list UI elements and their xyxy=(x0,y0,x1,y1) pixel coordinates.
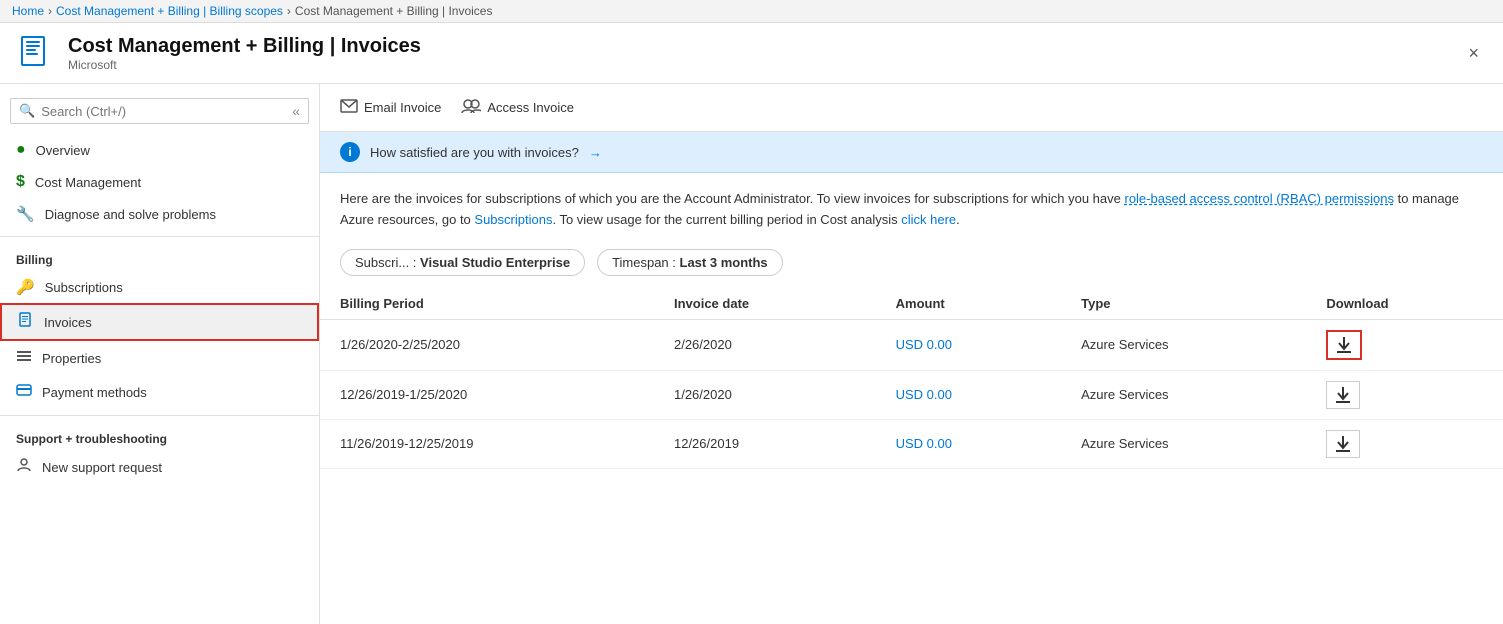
overview-icon: ● xyxy=(16,141,26,159)
content-area: Email Invoice Access Invoice i How satis… xyxy=(320,84,1503,624)
filter-row: Subscri... : Visual Studio Enterprise Ti… xyxy=(320,241,1503,288)
info-arrow-link[interactable]: → xyxy=(589,145,602,160)
info-banner: i How satisfied are you with invoices? → xyxy=(320,132,1503,173)
access-invoice-label: Access Invoice xyxy=(487,100,574,115)
col-type: Type xyxy=(1061,288,1306,320)
col-invoice-date: Invoice date xyxy=(654,288,876,320)
sidebar-item-label: Diagnose and solve problems xyxy=(45,207,216,222)
amount-cell[interactable]: USD 0.00 xyxy=(876,370,1062,419)
email-invoice-label: Email Invoice xyxy=(364,100,441,115)
collapse-button[interactable]: « xyxy=(292,103,300,119)
timespan-filter-value: Last 3 months xyxy=(680,255,768,270)
billing-period-cell: 11/26/2019-12/25/2019 xyxy=(320,419,654,468)
sidebar-item-diagnose[interactable]: 🔧 Diagnose and solve problems xyxy=(0,198,319,230)
billing-period-cell: 12/26/2019-1/25/2020 xyxy=(320,370,654,419)
download-cell[interactable] xyxy=(1306,370,1503,419)
breadcrumb-home[interactable]: Home xyxy=(12,4,44,18)
type-cell: Azure Services xyxy=(1061,370,1306,419)
search-icon: 🔍 xyxy=(19,103,35,119)
search-input[interactable] xyxy=(41,104,286,119)
amount-cell[interactable]: USD 0.00 xyxy=(876,319,1062,370)
sidebar-item-label: Properties xyxy=(42,351,101,366)
title-bar: Cost Management + Billing | Invoices Mic… xyxy=(0,23,1503,84)
invoice-date-cell: 2/26/2020 xyxy=(654,319,876,370)
wrench-icon: 🔧 xyxy=(16,205,35,223)
search-box[interactable]: 🔍 « xyxy=(10,98,309,124)
support-section-label: Support + troubleshooting xyxy=(0,422,319,450)
title-icon xyxy=(16,33,56,73)
sidebar-item-overview[interactable]: ● Overview xyxy=(0,134,319,166)
timespan-filter-label: Timespan xyxy=(612,255,669,270)
download-cell[interactable] xyxy=(1306,319,1503,370)
info-icon: i xyxy=(340,142,360,162)
rbac-link[interactable]: role-based access control (RBAC) permiss… xyxy=(1124,191,1393,206)
sidebar-item-new-support-request[interactable]: New support request xyxy=(0,450,319,484)
sidebar: 🔍 « ● Overview $ Cost Management 🔧 Diagn… xyxy=(0,84,320,624)
subscriptions-icon: 🔑 xyxy=(16,278,35,296)
invoice-date-cell: 12/26/2019 xyxy=(654,419,876,468)
col-download: Download xyxy=(1306,288,1503,320)
email-icon xyxy=(340,99,358,116)
breadcrumb-billing-scopes[interactable]: Cost Management + Billing | Billing scop… xyxy=(56,4,283,18)
desc-text-after: . To view usage for the current billing … xyxy=(552,212,901,227)
toolbar: Email Invoice Access Invoice xyxy=(320,84,1503,132)
desc-text-before: Here are the invoices for subscriptions … xyxy=(340,191,1124,206)
sidebar-item-label: Payment methods xyxy=(42,385,147,400)
email-invoice-button[interactable]: Email Invoice xyxy=(340,95,441,120)
sidebar-item-cost-management[interactable]: $ Cost Management xyxy=(0,166,319,198)
amount-cell[interactable]: USD 0.00 xyxy=(876,419,1062,468)
sidebar-item-invoices[interactable]: Invoices xyxy=(0,303,319,341)
sidebar-divider-2 xyxy=(0,415,319,416)
sidebar-item-label: Cost Management xyxy=(35,175,141,190)
download-cell[interactable] xyxy=(1306,419,1503,468)
breadcrumb-current: Cost Management + Billing | Invoices xyxy=(295,4,493,18)
col-amount: Amount xyxy=(876,288,1062,320)
sidebar-item-subscriptions[interactable]: 🔑 Subscriptions xyxy=(0,271,319,303)
invoice-date-cell: 1/26/2020 xyxy=(654,370,876,419)
download-button[interactable] xyxy=(1326,430,1360,458)
download-button[interactable] xyxy=(1326,381,1360,409)
col-billing-period: Billing Period xyxy=(320,288,654,320)
access-icon xyxy=(461,98,481,117)
properties-icon xyxy=(16,348,32,368)
sidebar-item-payment-methods[interactable]: Payment methods xyxy=(0,375,319,409)
subscription-filter-label: Subscri... xyxy=(355,255,409,270)
sidebar-item-label: Subscriptions xyxy=(45,280,123,295)
subscriptions-link[interactable]: Subscriptions xyxy=(474,212,552,227)
invoices-icon xyxy=(18,312,34,332)
sidebar-item-label: Invoices xyxy=(44,315,92,330)
table-row: 12/26/2019-1/25/2020 1/26/2020 USD 0.00 … xyxy=(320,370,1503,419)
click-here-link[interactable]: click here xyxy=(901,212,956,227)
table-row: 11/26/2019-12/25/2019 12/26/2019 USD 0.0… xyxy=(320,419,1503,468)
subscription-filter-value: Visual Studio Enterprise xyxy=(420,255,570,270)
payment-icon xyxy=(16,382,32,402)
info-text: How satisfied are you with invoices? xyxy=(370,145,579,160)
timespan-filter[interactable]: Timespan : Last 3 months xyxy=(597,249,783,276)
download-button[interactable] xyxy=(1326,330,1362,360)
breadcrumb: Home › Cost Management + Billing | Billi… xyxy=(0,0,1503,23)
access-invoice-button[interactable]: Access Invoice xyxy=(461,94,574,121)
sidebar-divider xyxy=(0,236,319,237)
support-icon xyxy=(16,457,32,477)
billing-period-cell: 1/26/2020-2/25/2020 xyxy=(320,319,654,370)
cost-management-icon: $ xyxy=(16,173,25,191)
table-row: 1/26/2020-2/25/2020 2/26/2020 USD 0.00 A… xyxy=(320,319,1503,370)
subscription-filter[interactable]: Subscri... : Visual Studio Enterprise xyxy=(340,249,585,276)
description: Here are the invoices for subscriptions … xyxy=(320,173,1503,241)
type-cell: Azure Services xyxy=(1061,419,1306,468)
sidebar-item-label: Overview xyxy=(36,143,90,158)
sidebar-item-label: New support request xyxy=(42,460,162,475)
sidebar-item-properties[interactable]: Properties xyxy=(0,341,319,375)
close-button[interactable]: × xyxy=(1460,39,1487,68)
page-title: Cost Management + Billing | Invoices xyxy=(68,35,421,58)
page-subtitle: Microsoft xyxy=(68,58,421,72)
type-cell: Azure Services xyxy=(1061,319,1306,370)
billing-section-label: Billing xyxy=(0,243,319,271)
invoice-table: Billing Period Invoice date Amount Type … xyxy=(320,288,1503,469)
